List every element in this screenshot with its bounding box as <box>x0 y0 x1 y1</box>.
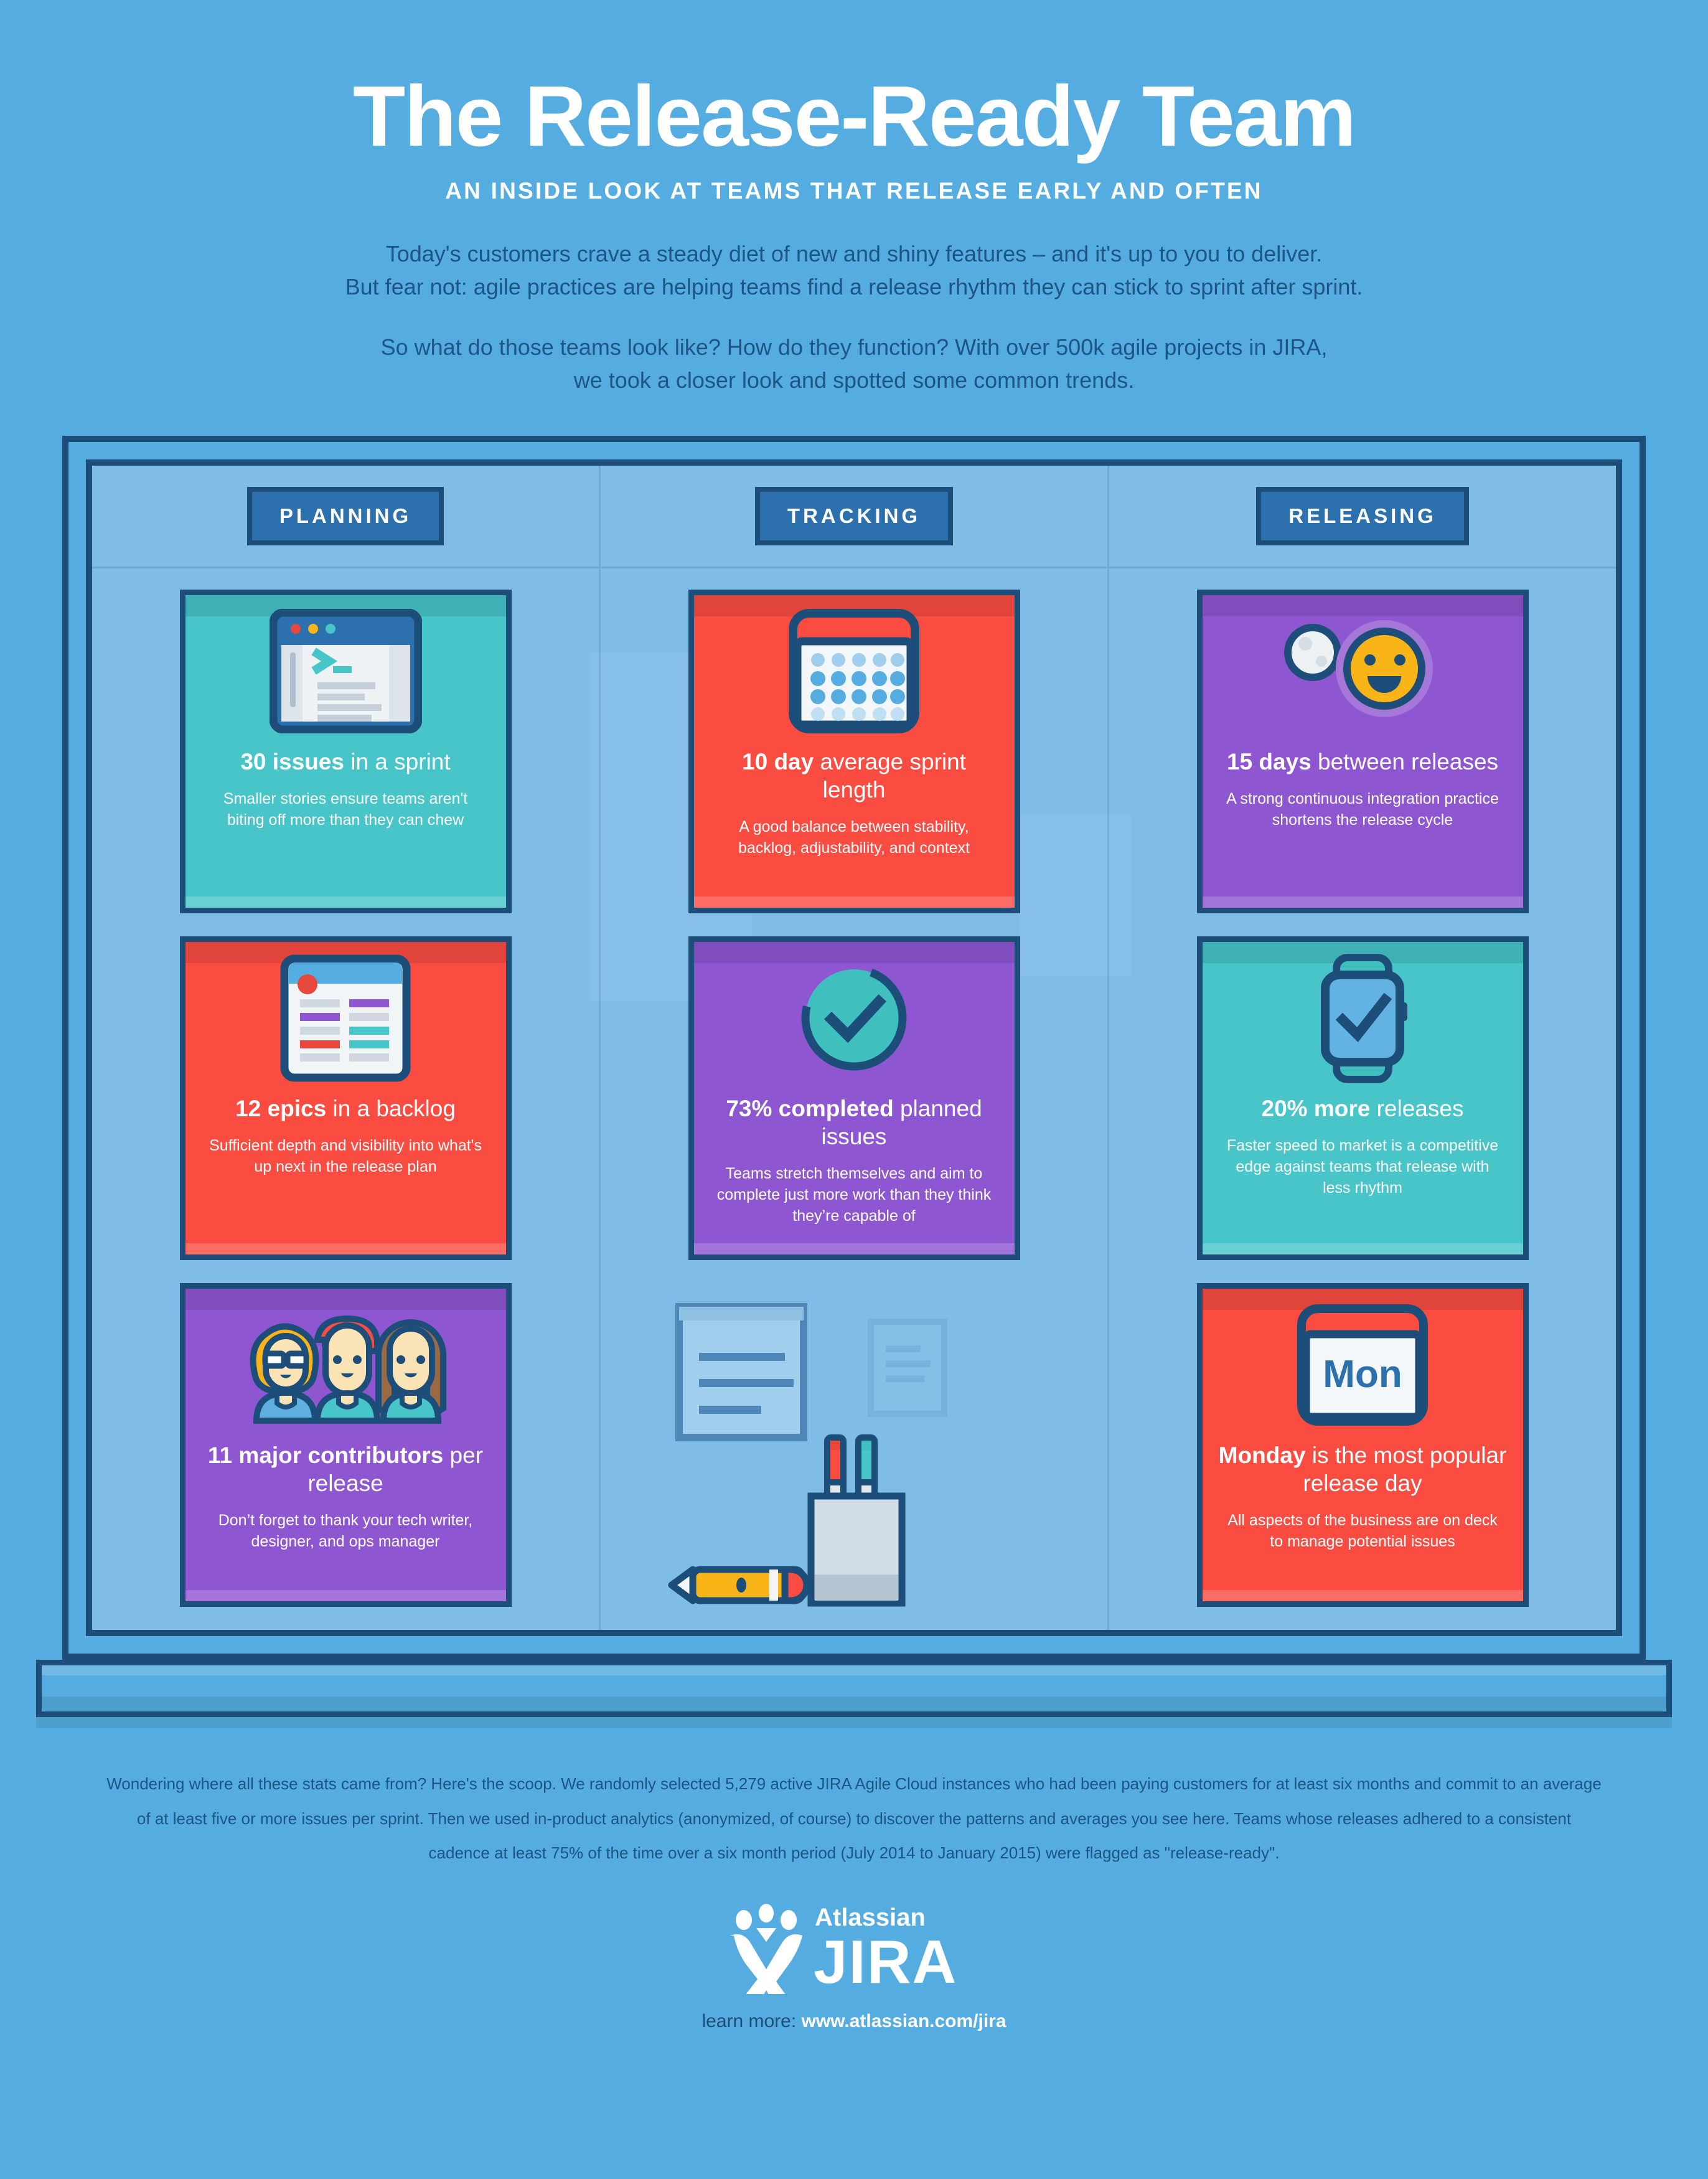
monday-calendar-icon: Mon <box>1203 1289 1523 1441</box>
card-stat-rest: in a backlog <box>326 1095 456 1121</box>
card-stat-line: 12 epics in a backlog <box>222 1094 469 1122</box>
column-header-chip-tracking[interactable]: TRACKING <box>754 486 954 545</box>
card-stat-line: Monday is the most popular release day <box>1203 1441 1523 1497</box>
column-body-releasing: 15 days between releases A strong contin… <box>1109 568 1616 1630</box>
intro-line-1: Today's customers crave a steady diet of… <box>385 241 1323 266</box>
column-header-releasing: RELEASING <box>1109 466 1616 568</box>
column-header-tracking: TRACKING <box>601 466 1107 568</box>
shelf-highlight <box>42 1665 1666 1675</box>
board-inner-surface: PLANNING 30 issues in a sprint Smaller s… <box>86 459 1622 1636</box>
methodology-note: Wondering where all these stats came fro… <box>106 1774 1602 1863</box>
whiteboard: PLANNING 30 issues in a sprint Smaller s… <box>62 435 1646 1660</box>
card-stat-rest: average sprint length <box>814 748 966 802</box>
jira-person-icon <box>730 1904 802 2013</box>
desk-decoration <box>668 1283 1020 1607</box>
column-planning: PLANNING 30 issues in a sprint Smaller s… <box>92 466 599 1630</box>
intro-line-3: So what do those teams look like? How do… <box>380 334 1328 360</box>
card-stat-bold: 10 day <box>742 748 814 774</box>
board-shelf <box>36 1659 1672 1717</box>
card-stat-bold: Monday <box>1218 1442 1306 1468</box>
page-subtitle: AN INSIDE LOOK AT TEAMS THAT RELEASE EAR… <box>445 178 1263 204</box>
pencil-icon <box>668 1566 810 1604</box>
card-description: Faster speed to market is a competitive … <box>1226 1136 1499 1197</box>
card-description: A strong continuous integration practice… <box>1226 789 1499 829</box>
card-stat-line: 11 major contributors per release <box>185 1441 506 1497</box>
card-stat-line: 15 days between releases <box>1213 748 1512 776</box>
calendar-day-label: Mon <box>1323 1353 1402 1396</box>
card-description: Sufficient depth and visibility into wha… <box>209 1136 482 1175</box>
card-stat-bold: 11 major contributors <box>207 1442 444 1468</box>
small-paper-icon <box>867 1318 947 1417</box>
stat-card-more-releases[interactable]: 20% more releases Faster speed to market… <box>1196 936 1529 1260</box>
column-releasing: RELEASING 15 days between releases A str… <box>1107 465 1616 1630</box>
jira-wordmark: JIRA <box>814 1927 957 1994</box>
column-header-chip-planning[interactable]: PLANNING <box>246 486 444 545</box>
learn-more-label: learn more: <box>702 2011 802 2032</box>
intro-spacer <box>0 304 1708 331</box>
board-outer-frame: PLANNING 30 issues in a sprint Smaller s… <box>62 435 1646 1660</box>
smartwatch-icon <box>1203 942 1523 1094</box>
column-tracking: TRACKING 10 day average sprint length A … <box>599 465 1107 1630</box>
learn-more-line[interactable]: learn more: www.atlassian.com/jira <box>0 2011 1708 2032</box>
calendar-icon <box>694 595 1015 748</box>
browser-window-icon <box>185 595 506 748</box>
contributors-avatars-icon <box>185 1289 506 1441</box>
checkmark-progress-icon <box>694 942 1015 1094</box>
card-stat-line: 10 day average sprint length <box>694 748 1015 804</box>
column-header-planning: PLANNING <box>92 466 599 568</box>
stat-card-issues-per-sprint[interactable]: 30 issues in a sprint Smaller stories en… <box>179 589 512 913</box>
sticky-note-icon <box>675 1302 807 1441</box>
pen-cup-icon <box>807 1434 905 1607</box>
stat-card-sprint-length[interactable]: 10 day average sprint length A good bala… <box>688 589 1020 913</box>
stat-card-popular-release-day[interactable]: Mon Monday is the most popular release d… <box>1196 1282 1529 1607</box>
page-title: The Release-Ready Team <box>352 68 1356 164</box>
intro-line-2: But fear not: agile practices are helpin… <box>345 273 1363 299</box>
card-stat-line: 20% more releases <box>1248 1094 1478 1122</box>
intro-line-4: we took a closer look and spotted some c… <box>573 367 1135 393</box>
card-description: All aspects of the business are on deck … <box>1227 1511 1498 1551</box>
card-stat-bold: 30 issues <box>240 748 344 774</box>
card-stat-rest: is the most popular release day <box>1303 1442 1507 1496</box>
column-body-planning: 30 issues in a sprint Smaller stories en… <box>92 568 599 1630</box>
card-stat-bold: 15 days <box>1226 748 1312 774</box>
card-description: Smaller stories ensure teams aren't biti… <box>223 789 468 829</box>
card-stat-bold: 73% completed <box>726 1095 894 1121</box>
shelf-shade <box>42 1696 1666 1711</box>
card-stat-bold: 20% more <box>1261 1095 1371 1121</box>
stat-card-major-contributors[interactable]: 11 major contributors per release Don’t … <box>179 1282 512 1607</box>
shelf-drop-shadow <box>36 1716 1672 1728</box>
atlassian-jira-logo[interactable]: Atlassian JIRA learn more: www.atlassian… <box>0 1901 1708 2032</box>
card-stat-line: 30 issues in a sprint <box>227 748 464 776</box>
backlog-board-icon <box>185 942 506 1094</box>
card-description: A good balance between stability, backlo… <box>738 817 970 857</box>
card-description: Don’t forget to thank your tech writer, … <box>218 1511 473 1551</box>
card-stat-rest: between releases <box>1311 748 1499 774</box>
stat-card-days-between-releases[interactable]: 15 days between releases A strong contin… <box>1196 589 1529 913</box>
column-header-chip-releasing[interactable]: RELEASING <box>1256 486 1469 545</box>
stat-card-completed-issues[interactable]: 73% completed planned issues Teams stret… <box>688 936 1020 1260</box>
moon-and-sun-icon <box>1203 595 1523 748</box>
stat-card-epics-in-backlog[interactable]: 12 epics in a backlog Sufficient depth a… <box>179 936 512 1260</box>
card-stat-bold: 12 epics <box>235 1095 327 1121</box>
card-stat-rest: releases <box>1370 1095 1464 1121</box>
page-header: The Release-Ready Team AN INSIDE LOOK AT… <box>0 0 1708 397</box>
card-stat-rest: in a sprint <box>344 748 451 774</box>
board-columns: PLANNING 30 issues in a sprint Smaller s… <box>92 465 1616 1630</box>
intro-paragraph: Today's customers crave a steady diet of… <box>0 238 1708 397</box>
card-description: Teams stretch themselves and aim to comp… <box>716 1164 992 1225</box>
card-stat-line: 73% completed planned issues <box>694 1094 1015 1151</box>
column-body-tracking: 10 day average sprint length A good bala… <box>601 568 1107 1607</box>
learn-more-url[interactable]: www.atlassian.com/jira <box>802 2011 1006 2031</box>
